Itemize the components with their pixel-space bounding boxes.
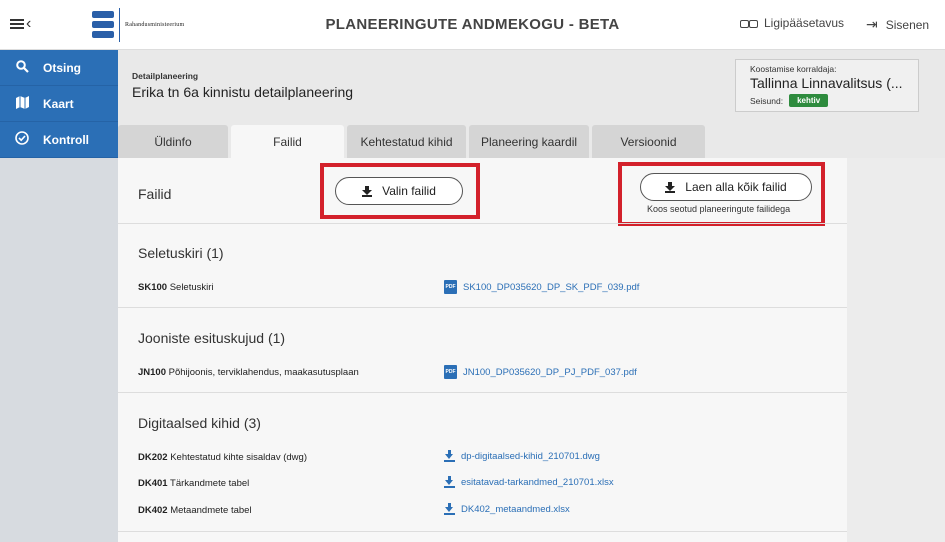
accessibility-label: Ligipääsetavus	[764, 16, 845, 30]
organizer-name: Tallinna Linnavalitsus (...	[750, 75, 903, 91]
signin-label: Sisenen	[885, 17, 930, 32]
file-row-desc: SK100 Seletuskiri	[138, 282, 214, 293]
file-row-desc: JN100 Põhijoonis, terviklahendus, maakas…	[138, 367, 359, 378]
download-all-label: Laen alla kõik failid	[685, 180, 787, 194]
status-row: Seisund: kehtiv	[750, 94, 904, 107]
divider	[118, 223, 847, 224]
file-name: JN100_DP035620_DP_PJ_PDF_037.pdf	[463, 366, 637, 378]
sidebar-item-label: Otsing	[43, 60, 81, 75]
ministry-logo[interactable]: Rahandusministeerium	[92, 8, 184, 42]
sidebar-item-label: Kontroll	[43, 132, 89, 147]
file-link[interactable]: DK402_metaandmed.xlsx	[444, 503, 570, 515]
download-icon	[444, 476, 455, 488]
coat-of-arms-icon	[92, 11, 114, 39]
file-description: Metaandmete tabel	[170, 505, 252, 516]
divider	[118, 307, 847, 308]
logo-text: Rahandusministeerium	[125, 22, 185, 28]
right-gutter	[847, 158, 945, 542]
download-icon	[362, 185, 373, 197]
section-title-digitaalsed: Digitaalsed kihid (3)	[138, 415, 261, 431]
tab-uldinfo[interactable]: Üldinfo	[118, 125, 228, 158]
search-icon	[14, 59, 30, 76]
map-icon	[14, 95, 30, 112]
file-row-desc: DK401 Tärkandmete tabel	[138, 478, 249, 489]
organizer-label: Koostamise korraldaja:	[750, 64, 837, 74]
plan-type: Detailplaneering	[132, 71, 199, 81]
chevron-left-icon: ‹	[26, 15, 32, 32]
tab-versioonid[interactable]: Versioonid	[592, 125, 705, 158]
menu-toggle-button[interactable]: ‹	[10, 15, 31, 33]
pdf-icon: PDF	[444, 365, 457, 379]
file-link[interactable]: PDF SK100_DP035620_DP_SK_PDF_039.pdf	[444, 280, 639, 294]
file-name: DK402_metaandmed.xlsx	[461, 503, 570, 515]
files-title: Failid	[138, 186, 172, 202]
download-icon	[444, 450, 455, 462]
file-name: esitatavad-tarkandmed_210701.xlsx	[461, 476, 614, 488]
file-row-desc: DK202 Kehtestatud kihte sisaldav (dwg)	[138, 452, 307, 463]
tab-failid[interactable]: Failid	[231, 125, 344, 158]
sidebar: Otsing Kaart Kontroll	[0, 50, 118, 542]
divider	[118, 392, 847, 393]
select-files-label: Valin failid	[382, 184, 436, 198]
check-circle-icon	[14, 131, 30, 148]
organizer-box: Koostamise korraldaja: Tallinna Linnaval…	[735, 59, 919, 112]
section-title-seletuskiri: Seletuskiri (1)	[138, 245, 224, 261]
files-content: Failid Valin failid Laen alla kõik faili…	[118, 158, 847, 542]
download-icon	[665, 181, 676, 193]
file-link[interactable]: dp-digitaalsed-kihid_210701.dwg	[444, 450, 600, 462]
glasses-icon	[740, 18, 758, 28]
tab-kehtestatud-kihid[interactable]: Kehtestatud kihid	[347, 125, 466, 158]
file-description: Seletuskiri	[169, 282, 214, 293]
status-badge: kehtiv	[789, 94, 829, 107]
file-code: DK402	[138, 505, 168, 516]
file-code: DK202	[138, 452, 168, 463]
file-link[interactable]: PDF JN100_DP035620_DP_PJ_PDF_037.pdf	[444, 365, 637, 379]
file-code: SK100	[138, 282, 168, 293]
login-icon: ⇥	[866, 16, 878, 32]
plan-title: Erika tn 6a kinnistu detailplaneering	[132, 84, 354, 100]
signin-button[interactable]: ⇥ Sisenen	[866, 16, 929, 33]
file-name: dp-digitaalsed-kihid_210701.dwg	[461, 450, 600, 462]
accessibility-button[interactable]: Ligipääsetavus	[740, 16, 844, 30]
file-code: DK401	[138, 478, 168, 489]
tab-planeering-kaardil[interactable]: Planeering kaardil	[469, 125, 589, 158]
file-row-desc: DK402 Metaandmete tabel	[138, 505, 252, 516]
sidebar-item-otsing[interactable]: Otsing	[0, 50, 118, 86]
download-all-button[interactable]: Laen alla kõik failid	[640, 173, 812, 201]
pdf-icon: PDF	[444, 280, 457, 294]
sidebar-item-label: Kaart	[43, 96, 74, 111]
file-name: SK100_DP035620_DP_SK_PDF_039.pdf	[463, 281, 640, 293]
logo-divider	[119, 8, 120, 42]
file-link[interactable]: esitatavad-tarkandmed_210701.xlsx	[444, 476, 614, 488]
download-all-subtext: Koos seotud planeeringute failidega	[647, 204, 791, 214]
divider	[118, 531, 847, 532]
file-description: Põhijoonis, terviklahendus, maakasutuspl…	[168, 367, 359, 378]
sidebar-item-kontroll[interactable]: Kontroll	[0, 122, 118, 158]
sidebar-item-kaart[interactable]: Kaart	[0, 86, 118, 122]
section-title-jooniste: Jooniste esituskujud (1)	[138, 330, 286, 346]
file-description: Tärkandmete tabel	[170, 478, 250, 489]
download-icon	[444, 503, 455, 515]
top-bar: ‹ Rahandusministeerium PLANEERINGUTE AND…	[0, 0, 945, 50]
status-label: Seisund:	[750, 95, 784, 106]
sidebar-nav: Otsing Kaart Kontroll	[0, 50, 118, 158]
hamburger-icon	[10, 17, 24, 31]
tab-bar: Üldinfo Failid Kehtestatud kihid Planeer…	[118, 125, 708, 158]
file-code: JN100	[138, 367, 166, 378]
file-description: Kehtestatud kihte sisaldav (dwg)	[170, 452, 307, 463]
select-files-button[interactable]: Valin failid	[335, 177, 463, 205]
main-panel: Detailplaneering Erika tn 6a kinnistu de…	[118, 50, 945, 542]
